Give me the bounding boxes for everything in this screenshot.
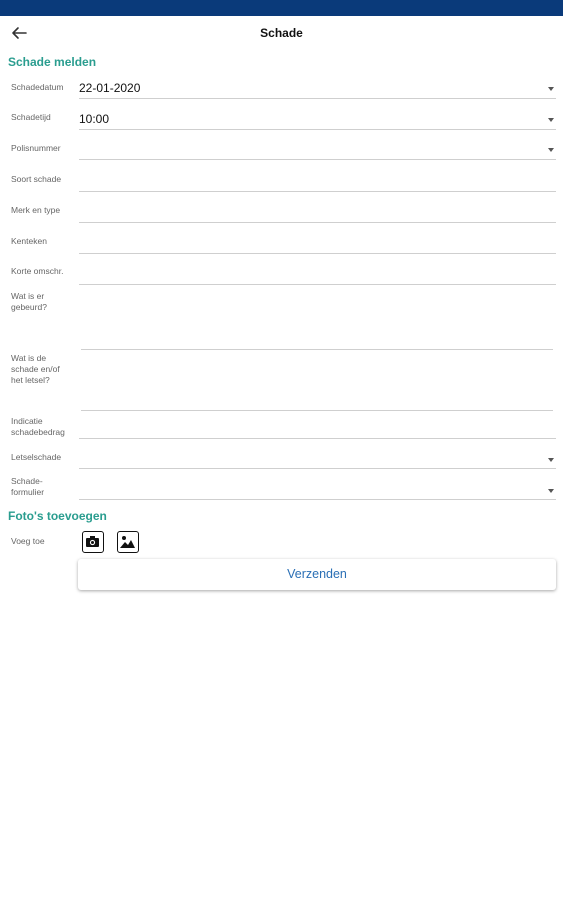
- injury-select[interactable]: [79, 448, 556, 469]
- add-photo-label: Voeg toe: [11, 536, 45, 546]
- short-description-input[interactable]: [79, 265, 556, 285]
- form-label: Schade-formulier: [11, 476, 45, 497]
- time-value: 10:00: [79, 112, 110, 126]
- what-happened-label: Wat is er gebeurd?: [11, 291, 47, 312]
- page-title: Schade: [260, 26, 303, 40]
- date-select[interactable]: 22-01-2020: [79, 79, 556, 99]
- plate-input[interactable]: [79, 234, 556, 254]
- section-title-report: Schade melden: [8, 55, 97, 69]
- short-description-label: Korte omschr.: [11, 266, 64, 276]
- policy-select[interactable]: [79, 140, 556, 160]
- dropdown-caret-icon: [548, 118, 554, 122]
- brand-label: Merk en type: [11, 205, 61, 215]
- policy-label: Polisnummer: [11, 143, 61, 153]
- what-happened-textarea[interactable]: [81, 290, 553, 350]
- amount-input[interactable]: [79, 417, 556, 439]
- damage-textarea[interactable]: [81, 352, 553, 411]
- time-label: Schadetijd: [11, 112, 51, 122]
- section-title-photos: Foto's toevoegen: [8, 509, 107, 523]
- damage-label: Wat is de schade en/of het letsel?: [11, 353, 60, 385]
- amount-label: Indicatie schadebedrag: [11, 416, 65, 437]
- brand-input[interactable]: [79, 203, 556, 223]
- dropdown-caret-icon: [548, 87, 554, 91]
- date-value: 22-01-2020: [79, 81, 141, 95]
- camera-icon: [86, 536, 99, 547]
- plate-label: Kenteken: [11, 236, 47, 246]
- time-select[interactable]: 10:00: [79, 110, 556, 130]
- camera-button[interactable]: [82, 531, 104, 553]
- dropdown-caret-icon: [548, 458, 554, 462]
- dropdown-caret-icon: [548, 489, 554, 493]
- dropdown-caret-icon: [548, 148, 554, 152]
- date-label: Schadedatum: [11, 82, 64, 92]
- submit-button[interactable]: Verzenden: [78, 559, 556, 590]
- app-bar: Schade: [0, 16, 563, 52]
- type-label: Soort schade: [11, 174, 62, 184]
- form-select[interactable]: [79, 479, 556, 500]
- injury-label: Letselschade: [11, 452, 62, 462]
- image-icon: [120, 536, 135, 548]
- status-bar: [0, 0, 563, 16]
- gallery-button[interactable]: [117, 531, 139, 553]
- type-input[interactable]: [79, 172, 556, 192]
